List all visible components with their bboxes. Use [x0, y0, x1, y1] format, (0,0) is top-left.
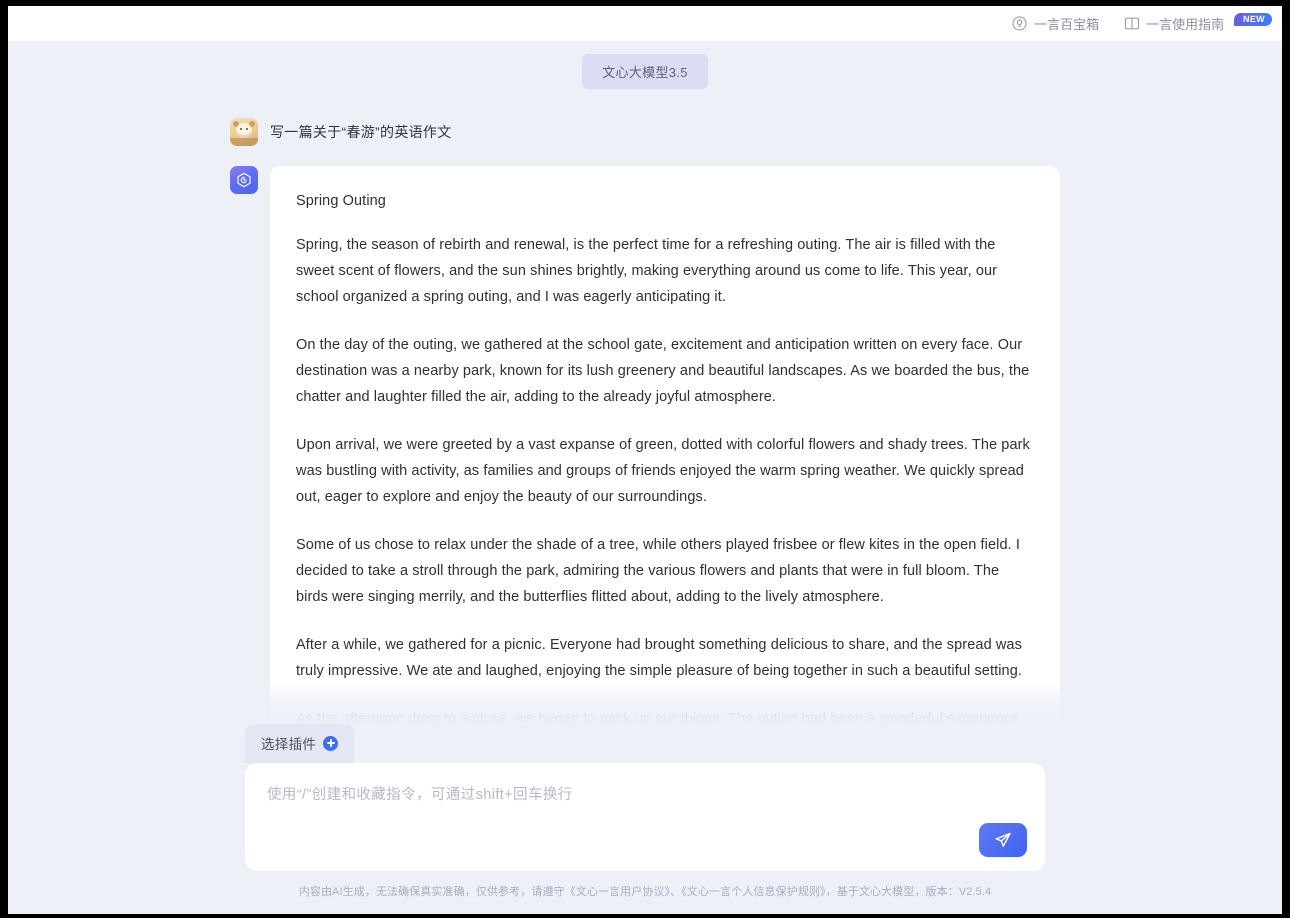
conversation-scroll-area[interactable]: 写一篇关于“春游”的英语作文 Spring Outing Spring, the… [8, 98, 1282, 724]
top-bar: 一言百宝箱 一言使用指南 NEW [8, 6, 1282, 42]
answer-paragraph: Spring, the season of rebirth and renewa… [296, 237, 998, 305]
user-guide-label: 一言使用指南 [1146, 17, 1225, 32]
select-plugin-button[interactable]: 选择插件 [245, 724, 355, 763]
user-avatar [230, 118, 258, 146]
treasure-box-link[interactable]: 一言百宝箱 [1011, 14, 1099, 33]
model-selector-pill[interactable]: 文心大模型3.5 [582, 53, 708, 89]
footer-disclaimer: 内容由AI生成，无法确保真实准确，仅供参考，请遵守《文心一言用户协议》、《文心一… [298, 886, 992, 898]
treasure-box-label: 一言百宝箱 [1034, 17, 1100, 32]
book-icon [1123, 15, 1140, 32]
app-window: 一言百宝箱 一言使用指南 NEW 文心大模型3.5 写一篇关于“春游”的英语作文… [8, 6, 1282, 914]
select-plugin-label: 选择插件 [261, 737, 317, 752]
send-button[interactable] [979, 823, 1027, 857]
plus-circle-icon [323, 735, 339, 751]
lightbulb-icon [1011, 15, 1028, 32]
paper-plane-icon [993, 830, 1013, 850]
new-badge: NEW [1233, 13, 1273, 26]
assistant-answer-card: Spring Outing Spring, the season of rebi… [270, 166, 1060, 724]
user-guide-link[interactable]: 一言使用指南 NEW [1123, 13, 1273, 33]
model-pill-row: 文心大模型3.5 [8, 44, 1282, 98]
user-message-text: 写一篇关于“春游”的英语作文 [270, 124, 452, 140]
answer-paragraph: Some of us chose to relax under the shad… [296, 537, 1021, 605]
message-input-box[interactable]: 使用“/”创建和收藏指令，可通过shift+回车换行 [245, 763, 1045, 871]
composer: 选择插件 使用“/”创建和收藏指令，可通过shift+回车换行 内容由AI生成，… [8, 724, 1282, 914]
answer-title: Spring Outing [296, 193, 386, 209]
answer-paragraph: On the day of the outing, we gathered at… [296, 337, 1030, 405]
user-message-row: 写一篇关于“春游”的英语作文 [230, 118, 1060, 146]
assistant-message-row: Spring Outing Spring, the season of rebi… [230, 166, 1060, 724]
answer-paragraph: After a while, we gathered for a picnic.… [296, 637, 1022, 679]
answer-paragraph: Upon arrival, we were greeted by a vast … [296, 437, 1030, 505]
answer-paragraph: As the afternoon drew to a close, we beg… [296, 711, 1024, 724]
message-input-placeholder: 使用“/”创建和收藏指令，可通过shift+回车换行 [267, 787, 573, 803]
ernie-bot-avatar-icon [230, 166, 258, 194]
